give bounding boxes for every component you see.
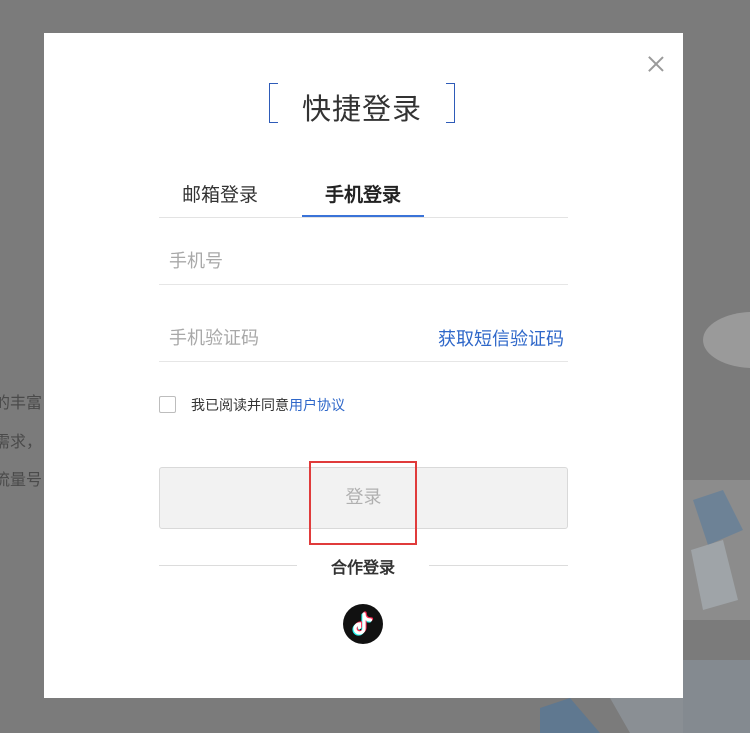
tiktok-icon[interactable] [343,604,383,644]
phone-input[interactable] [167,246,411,276]
tab-email-login[interactable]: 邮箱登录 [159,175,281,215]
background-illustration-bottom [540,698,683,733]
background-text-line: 流量号 [0,470,43,489]
phone-field-row [159,236,568,285]
divider-right [429,565,568,566]
agreement-prefix: 我已阅读并同意 [191,398,289,414]
code-field-row: 获取短信验证码 [159,313,568,362]
tab-phone-login[interactable]: 手机登录 [302,175,424,217]
user-agreement-link[interactable]: 用户协议 [289,398,345,414]
modal-title: 快捷登录 [301,92,422,126]
verification-code-input[interactable] [167,323,411,353]
partner-login-label: 合作登录 [330,558,395,577]
background-text-line: 的丰富 [0,393,43,412]
background-text-line: 需求， [0,432,43,451]
login-button[interactable]: 登录 [159,467,568,529]
right-bracket-decoration [446,83,455,123]
agreement-text: 我已阅读并同意用户协议 [191,395,345,415]
login-modal: 快捷登录 邮箱登录 手机登录 获取短信验证码 我已阅读并同意用户协议 登录 合作… [44,33,683,698]
get-sms-code-link[interactable]: 获取短信验证码 [438,325,564,351]
title-block: 快捷登录 [269,83,455,126]
agreement-checkbox[interactable] [159,396,176,413]
background-illustration [683,312,750,733]
login-tabs: 邮箱登录 手机登录 [159,175,568,218]
close-icon[interactable] [645,53,667,75]
divider-left [159,565,297,566]
